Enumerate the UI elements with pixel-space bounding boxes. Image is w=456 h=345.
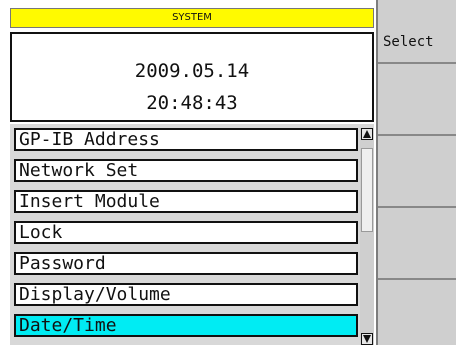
date-readout: 2009.05.14 xyxy=(134,60,250,82)
softkey-3[interactable] xyxy=(378,144,456,208)
menu-item-insert-module[interactable]: Insert Module xyxy=(14,190,358,213)
menu-item-display-volume[interactable]: Display/Volume xyxy=(14,283,358,306)
menu-item-network-set[interactable]: Network Set xyxy=(14,159,358,182)
softkey-2[interactable] xyxy=(378,72,456,136)
triangle-up-icon xyxy=(363,130,371,138)
scroll-thumb[interactable] xyxy=(361,148,373,232)
softkey-select[interactable]: Select xyxy=(378,0,456,64)
softkey-4[interactable] xyxy=(378,216,456,280)
menu-item-lock[interactable]: Lock xyxy=(14,221,358,244)
menu-item-password[interactable]: Password xyxy=(14,252,358,275)
clock-display: 2009.05.14 20:48:43 xyxy=(10,32,374,122)
system-panel: SYSTEM 2009.05.14 20:48:43 GP-IB Address… xyxy=(0,0,378,345)
triangle-down-icon xyxy=(363,335,371,343)
menu-item-gpib-address[interactable]: GP-IB Address xyxy=(14,128,358,151)
scroll-up-button[interactable] xyxy=(361,128,373,140)
softkey-5[interactable] xyxy=(378,281,456,345)
menu-item-date-time[interactable]: Date/Time xyxy=(14,314,358,337)
panel-title: SYSTEM xyxy=(10,8,374,28)
scroll-down-button[interactable] xyxy=(361,333,373,345)
menu-scrollbar[interactable] xyxy=(360,128,374,345)
system-menu: GP-IB Address Network Set Insert Module … xyxy=(10,124,374,345)
softkey-select-label: Select xyxy=(383,34,434,50)
time-readout: 20:48:43 xyxy=(146,92,238,114)
softkey-panel: Select xyxy=(378,0,456,345)
